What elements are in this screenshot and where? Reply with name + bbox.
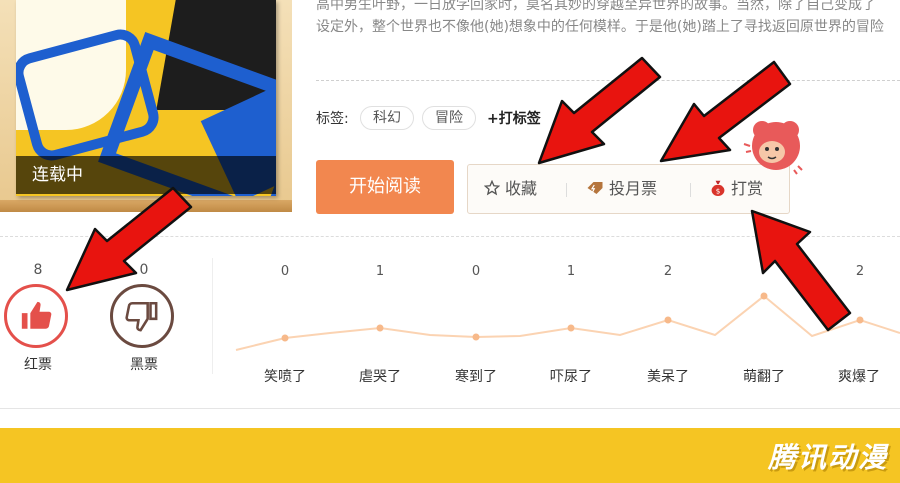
footer-bar: 腾讯动漫 bbox=[0, 428, 900, 483]
reaction-count-chill: 0 bbox=[471, 264, 481, 279]
reaction-cute-button[interactable]: 萌翻了 bbox=[729, 366, 799, 386]
reaction-cry-button[interactable]: 虐哭了 bbox=[345, 366, 415, 386]
trend-point bbox=[664, 316, 672, 324]
trend-point bbox=[856, 316, 864, 324]
trend-point bbox=[376, 324, 384, 332]
trend-point bbox=[567, 324, 575, 332]
section-divider bbox=[0, 408, 900, 409]
trend-point bbox=[760, 292, 768, 300]
tencent-comic-logo: 腾讯动漫 bbox=[767, 441, 888, 474]
reaction-count-cry: 1 bbox=[375, 264, 385, 279]
reaction-chill-button[interactable]: 寒到了 bbox=[441, 366, 511, 386]
trend-point bbox=[472, 333, 480, 341]
reaction-count-laugh: 0 bbox=[280, 264, 290, 279]
reaction-laugh-button[interactable]: 笑喷了 bbox=[250, 366, 320, 386]
reaction-trend-line bbox=[235, 292, 900, 351]
reaction-stunned-button[interactable]: 美呆了 bbox=[633, 366, 703, 386]
reaction-count-stunned: 2 bbox=[663, 264, 673, 279]
reaction-count-cool: 2 bbox=[855, 264, 865, 279]
reaction-count-scared: 1 bbox=[566, 264, 576, 279]
trend-point bbox=[281, 334, 289, 342]
reaction-cool-button[interactable]: 爽爆了 bbox=[824, 366, 894, 386]
reaction-scared-button[interactable]: 吓尿了 bbox=[536, 366, 606, 386]
